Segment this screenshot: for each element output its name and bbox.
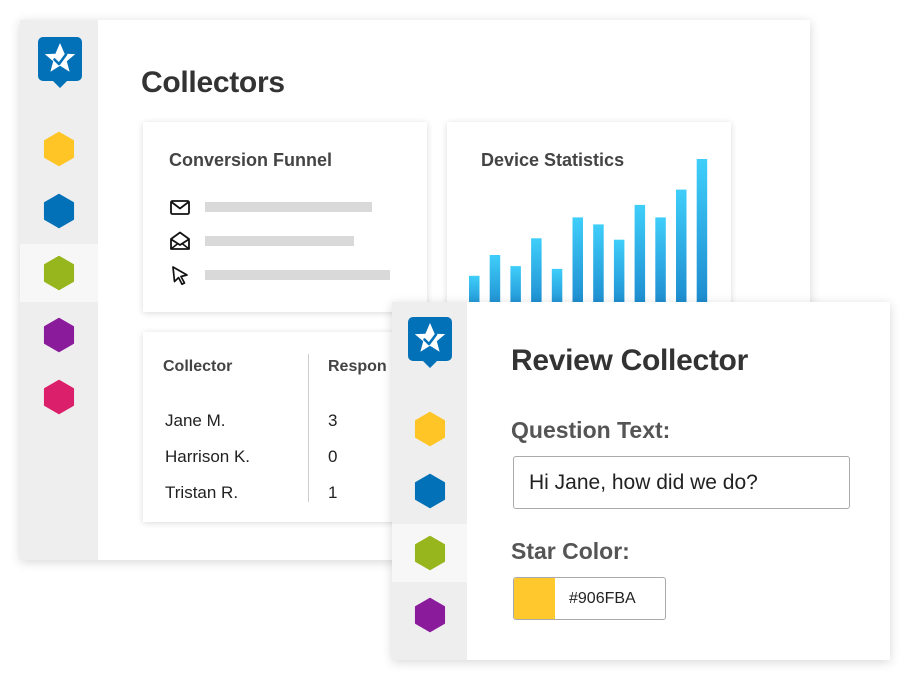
color-swatch[interactable] <box>514 578 555 619</box>
collectors-sidebar <box>20 20 98 560</box>
star-color-picker[interactable]: #906FBA <box>513 577 666 620</box>
funnel-row-clicked <box>169 264 390 286</box>
star-color-hex-value[interactable]: #906FBA <box>555 578 665 619</box>
funnel-row-opened <box>169 230 354 252</box>
funnel-progress-bar <box>205 270 390 280</box>
funnel-progress-bar <box>205 236 354 246</box>
star-color-label: Star Color: <box>511 538 630 564</box>
chart-bar <box>593 224 604 312</box>
sidebar-item-blue[interactable] <box>392 462 467 520</box>
review-collector-title: Review Collector <box>511 344 748 377</box>
chart-bar <box>696 159 708 312</box>
funnel-row-sent <box>169 196 372 218</box>
review-sidebar <box>392 302 467 660</box>
yellow-hexagon-icon <box>414 411 445 447</box>
question-text-label: Question Text: <box>511 417 671 443</box>
sidebar-item-yellow[interactable] <box>392 400 467 458</box>
review-collector-window: Review Collector Question Text: Star Col… <box>392 302 890 660</box>
conversion-funnel-title: Conversion Funnel <box>169 150 333 170</box>
sidebar-item-green[interactable] <box>20 244 98 302</box>
question-text-input[interactable] <box>513 456 850 509</box>
response-count: 0 <box>328 447 338 466</box>
sidebar-item-yellow[interactable] <box>20 120 98 178</box>
pink-hexagon-icon <box>43 379 75 415</box>
responses-column-header[interactable]: Respon <box>328 358 387 376</box>
blue-hexagon-icon <box>414 473 445 509</box>
sidebar-item-purple[interactable] <box>20 306 98 364</box>
funnel-progress-bar <box>205 202 372 212</box>
chart-bar <box>655 217 666 312</box>
collector-name: Tristan R. <box>165 483 239 502</box>
open-envelope-icon <box>170 231 190 250</box>
chart-bar <box>634 204 646 312</box>
yellow-hexagon-icon <box>43 131 75 167</box>
response-count: 1 <box>328 483 338 502</box>
star-logo-icon[interactable] <box>38 37 82 89</box>
sidebar-item-blue[interactable] <box>20 182 98 240</box>
green-hexagon-icon <box>43 255 75 291</box>
collector-column-header[interactable]: Collector <box>163 358 232 376</box>
blue-hexagon-icon <box>43 193 75 229</box>
collector-name: Jane M. <box>165 411 226 430</box>
purple-hexagon-icon <box>414 597 445 633</box>
cursor-icon <box>172 266 188 286</box>
device-statistics-card: Device Statistics <box>447 122 731 312</box>
response-count: 3 <box>328 411 338 430</box>
chart-bar <box>676 189 687 312</box>
sidebar-item-green[interactable] <box>392 524 467 582</box>
collector-table-card: Collector Respon Jane M. 3 Harrison K. 0 Tri… <box>143 332 433 522</box>
star-logo-icon[interactable] <box>408 317 452 369</box>
collector-name: Harrison K. <box>165 447 251 466</box>
purple-hexagon-icon <box>43 317 75 353</box>
sidebar-item-purple[interactable] <box>392 586 467 644</box>
chart-bar <box>531 238 542 312</box>
conversion-funnel-card: Conversion Funnel <box>143 122 427 312</box>
column-divider <box>308 354 309 502</box>
sidebar-item-pink[interactable] <box>20 368 98 426</box>
chart-bar <box>572 217 583 312</box>
green-hexagon-icon <box>414 535 445 571</box>
envelope-icon <box>170 200 190 215</box>
device-statistics-chart <box>469 159 708 312</box>
page-title: Collectors <box>141 66 285 99</box>
